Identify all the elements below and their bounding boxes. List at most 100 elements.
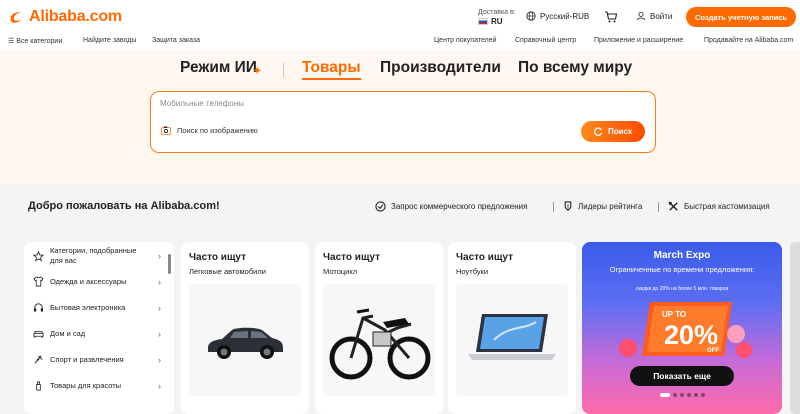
user-icon [636,11,646,21]
card-subtitle: Мотоцикл [323,267,358,276]
apps-extension-link[interactable]: Приложение и расширение [594,37,683,44]
chevron-right-icon: › [158,251,161,261]
sport-icon [34,355,43,364]
welcome-strip: Добро пожаловать на Alibaba.com! Запрос … [0,184,800,228]
category-item[interactable]: Спорт и развлечения › [33,354,161,365]
promo-banner[interactable]: March Expo Ограниченные по времени предл… [582,242,782,414]
category-panel: Категории, подобранные для вас › Одежда … [24,242,174,414]
carousel-dot[interactable] [687,393,691,397]
badge-off: OFF [707,348,719,354]
category-item[interactable]: Одежда и аксессуары › [33,276,161,287]
tab-manufacturers[interactable]: Производители [380,59,501,77]
top-header: Alibaba.com Доставка в: RU Русский-RUB В… [0,0,800,34]
category-label: Дом и сад [50,329,86,338]
order-protection-link[interactable]: Защита заказа [152,37,200,44]
category-item[interactable]: Товары для красоты › [33,380,161,391]
language-currency-selector[interactable]: Русский-RUB [526,11,589,21]
customization-tools-icon [668,201,678,211]
beauty-icon [36,381,41,391]
sofa-icon [33,331,44,339]
fast-customization-label: Быстрая кастомизация [684,202,770,211]
menu-icon: ☰ [8,38,15,45]
cart-icon[interactable] [604,10,618,24]
top-ranking-link[interactable]: 6 Лидеры рейтинга [563,201,642,212]
card-title: Часто ищут [456,252,513,263]
product-card[interactable]: Часто ищут Легковые автомобили [181,242,309,414]
chevron-right-icon: › [158,354,161,365]
car-image [189,284,301,396]
delivery-label: Доставка в: [478,9,516,16]
russia-flag-icon [478,18,488,25]
carousel-dots[interactable] [660,393,705,397]
category-item[interactable]: Дом и сад › [33,328,161,339]
feature-divider [658,202,659,212]
chevron-right-icon: › [158,380,161,391]
buyer-center-link[interactable]: Центр покупателей [434,37,497,44]
quote-request-icon [375,201,386,212]
tab-ai-mode[interactable]: Режим ИИ [180,59,257,77]
card-subtitle: Ноутбуки [456,267,489,276]
discount-badge-icon: UP TO 20% OFF [619,302,752,358]
search-button[interactable]: Поиск [581,121,645,142]
tab-divider [283,63,284,77]
ai-sparkle-icon: ✦ [253,66,262,77]
search-button-label: Поиск [607,127,632,136]
category-label: Спорт и развлечения [50,355,124,364]
delivery-country: RU [491,17,503,26]
search-hero: Режим ИИ ✦ Товары Производители По всему… [0,50,800,184]
badge-up-to: UP TO [662,310,686,319]
category-item[interactable]: Бытовая электроника › [33,302,161,313]
tab-worldwide[interactable]: По всему миру [518,59,632,77]
category-label: Товары для красоты [50,381,122,390]
globe-icon [526,11,536,21]
chevron-right-icon: › [158,302,161,313]
camera-icon [161,126,171,135]
tab-products[interactable]: Товары [302,59,361,80]
card-title: Часто ищут [323,252,380,263]
find-factories-link[interactable]: Найдите заводы [83,37,136,44]
sell-on-alibaba-link[interactable]: Продавайте на Alibaba.com [704,37,793,44]
carousel-dot[interactable] [694,393,698,397]
help-center-link[interactable]: Справочный центр [515,37,576,44]
login-label: Войти [650,11,673,21]
shirt-icon [33,276,44,287]
signup-button[interactable]: Создать учетную запись [686,7,796,27]
star-icon [33,250,44,261]
content-area: Категории, подобранные для вас › Одежда … [0,228,800,414]
search-icon [593,127,603,136]
category-scrollbar[interactable] [168,254,171,274]
alibaba-logo[interactable]: Alibaba.com [8,8,122,26]
chevron-right-icon: › [158,276,161,287]
carousel-dot[interactable] [680,393,684,397]
category-label: Категории, подобранные для вас [50,246,137,265]
product-card[interactable]: Часто ищут Ноутбуки [448,242,576,414]
laptop-image [456,284,568,396]
svg-text:6: 6 [567,203,570,208]
card-subtitle: Легковые автомобили [189,267,266,276]
ranking-medal-icon: 6 [564,201,572,211]
search-box: Поиск по изображению Поиск [150,91,656,153]
carousel-dot[interactable] [673,393,677,397]
rfq-link[interactable]: Запрос коммерческого предложения [375,201,527,212]
feature-divider [553,202,554,212]
image-search-button[interactable]: Поиск по изображению [161,126,258,135]
welcome-title: Добро пожаловать на Alibaba.com! [28,200,220,212]
fast-customization-link[interactable]: Быстрая кастомизация [668,201,770,212]
search-input[interactable] [160,99,560,108]
secondary-nav: ☰ Все категории Найдите заводы Защита за… [0,34,800,50]
promo-fine-print: скидки до 20% на более 5 млн. товаров [635,286,729,292]
brand-name: Alibaba.com [29,8,122,25]
delivery-selector[interactable]: Доставка в: RU [478,8,516,26]
all-categories-menu[interactable]: ☰ Все категории [8,37,62,45]
carousel-dot[interactable] [660,393,670,397]
carousel-dot[interactable] [701,393,705,397]
category-item[interactable]: Категории, подобранные для вас › [33,246,161,266]
next-card-peek [790,242,800,414]
promo-brand: March Expo [653,250,711,261]
top-ranking-label: Лидеры рейтинга [578,202,643,211]
show-more-button[interactable]: Показать еще [630,366,734,386]
product-card[interactable]: Часто ищут Мотоцикл [315,242,443,414]
login-link[interactable]: Войти [636,11,672,21]
search-mode-tabs: Режим ИИ ✦ Товары Производители По всему… [0,59,800,81]
language-currency-label: Русский-RUB [540,11,590,21]
